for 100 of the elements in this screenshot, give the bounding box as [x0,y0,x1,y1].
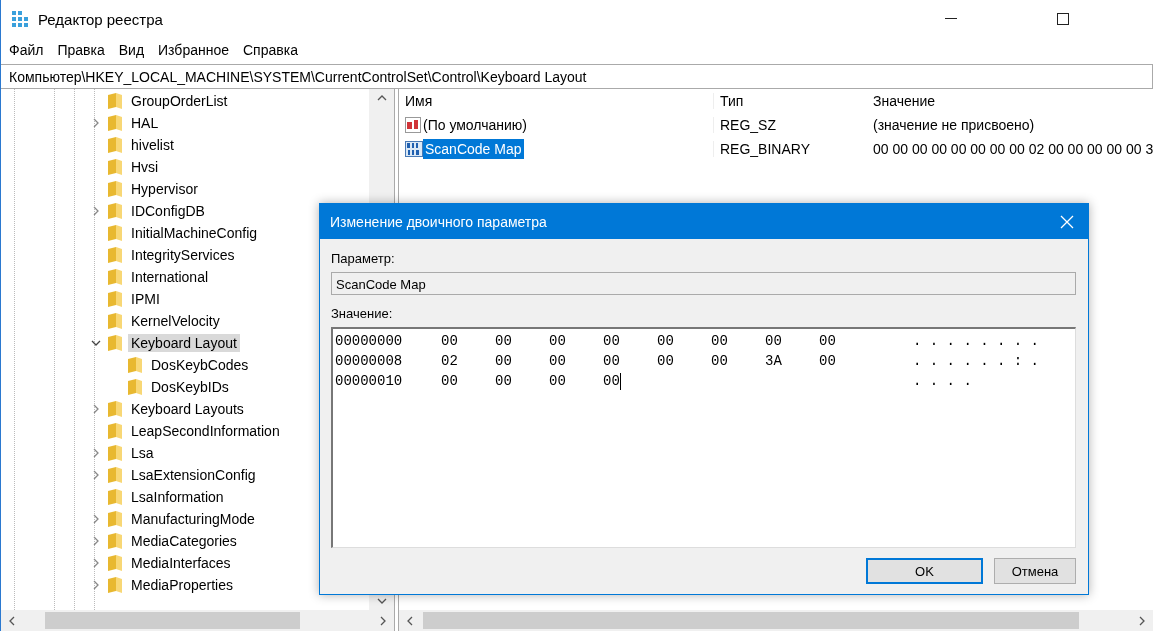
folder-icon [108,423,122,439]
folder-icon [108,225,122,241]
hex-byte: 00 [495,333,513,349]
value-type: REG_BINARY [713,141,870,157]
column-header[interactable]: Имя [405,93,713,109]
folder-icon [108,137,122,153]
folder-icon [108,93,122,109]
column-header[interactable]: Тип [713,93,870,109]
menu-item[interactable]: Вид [118,42,145,58]
tree-item[interactable]: Lsa [128,444,157,462]
minimize-icon[interactable] [945,18,957,20]
tree-item[interactable]: MediaProperties [128,576,236,594]
dialog-button[interactable]: Отмена [994,558,1076,584]
tree-item[interactable]: IDConfigDB [128,202,208,220]
hex-byte: 00 [711,353,729,369]
tree-item[interactable]: DosKeybIDs [148,378,232,396]
hex-byte: 3A [765,353,783,369]
expand-chevron-icon[interactable] [91,448,101,458]
scroll-left-icon[interactable] [407,615,413,626]
close-icon[interactable] [1060,214,1074,229]
tree-item[interactable]: Hypervisor [128,180,201,198]
folder-icon [108,181,122,197]
tree-item[interactable]: LeapSecondInformation [128,422,283,440]
address-field[interactable]: Компьютер\HKEY_LOCAL_MACHINE\SYSTEM\CurrentControlSet\Control\Keyboard Layout [1,64,1153,89]
hex-ascii: . . . . . . . . [912,333,1041,349]
hex-ascii: . . . . [912,373,973,389]
tree-item[interactable]: Keyboard Layouts [128,400,247,418]
folder-icon [108,533,122,549]
tree-item[interactable]: International [128,268,212,286]
folder-icon [108,115,122,131]
scroll-right-icon[interactable] [1139,615,1145,626]
hex-offset: 00000010 [335,373,404,389]
tree-item[interactable]: InitialMachineConfig [128,224,261,242]
menu-item[interactable]: Избранное [158,42,229,58]
expand-chevron-icon[interactable] [91,470,101,480]
hex-byte: 00 [441,333,459,349]
tree-item[interactable]: IPMI [128,290,163,308]
menu-item[interactable]: Справка [243,42,298,58]
tree-item[interactable]: GroupOrderList [128,92,231,110]
expand-chevron-icon[interactable] [91,536,101,546]
hex-byte: 00 [603,372,622,390]
hex-byte: 00 [819,333,837,349]
tree-item[interactable]: LsaInformation [128,488,227,506]
tree-item[interactable]: KernelVelocity [128,312,223,330]
hex-byte: 00 [657,333,675,349]
folder-icon [108,577,122,593]
expand-chevron-icon[interactable] [91,580,101,590]
string-value-icon [405,117,421,133]
scroll-up-icon[interactable] [376,95,387,101]
hex-byte: 00 [657,353,675,369]
dialog-title: Изменение двоичного параметра [330,213,547,230]
field-label: Параметр: [331,251,396,266]
scrollbar-thumb[interactable] [423,612,1079,629]
field-label: Значение: [331,306,394,321]
value-data: 00 00 00 00 00 00 00 00 02 00 00 00 00 00 3 [872,141,1153,157]
tree-item[interactable]: LsaExtensionConfig [128,466,259,484]
parameter-field: ScanCode Map [331,272,1076,295]
window-title: Редактор реестра [38,10,163,28]
maximize-icon[interactable] [1057,13,1069,25]
expand-chevron-icon[interactable] [91,514,101,524]
hex-editor[interactable]: 00000000 00 00 00 00 00 00 00 00 . . . . . . . . 00000008 02 00 00 00 00 00 3A 00 . . . . . . : . 00000010 00 00 00 00 . . . . [331,327,1076,548]
scroll-left-icon[interactable] [9,615,15,626]
collapse-chevron-icon[interactable] [91,338,101,348]
tree-item[interactable]: hivelist [128,136,177,154]
tree-item[interactable]: Keyboard Layout [128,334,240,352]
scroll-down-icon[interactable] [376,598,387,604]
hex-byte: 02 [441,353,459,369]
expand-chevron-icon[interactable] [91,558,101,568]
folder-icon [108,159,122,175]
expand-chevron-icon[interactable] [91,404,101,414]
tree-item[interactable]: Hvsi [128,158,162,176]
folder-icon [108,247,122,263]
expand-chevron-icon[interactable] [91,118,101,128]
tree-item[interactable]: HAL [128,114,162,132]
hex-byte: 00 [441,373,459,389]
tree-item[interactable]: DosKeybCodes [148,356,252,374]
folder-icon [108,203,122,219]
scroll-right-icon[interactable] [380,615,386,626]
tree-item[interactable]: IntegrityServices [128,246,238,264]
hex-ascii: . . . . . . : . [912,353,1041,369]
column-header[interactable]: Значение [870,93,936,109]
dialog-button[interactable]: OK [866,558,983,584]
value-name[interactable]: ScanCode Map [423,139,524,159]
folder-icon [108,467,122,483]
text-cursor [619,372,621,390]
hex-byte: 00 [495,373,513,389]
folder-icon [108,401,122,417]
folder-icon [108,489,122,505]
menu-item[interactable]: Файл [9,42,44,58]
tree-item[interactable]: MediaCategories [128,532,240,550]
expand-chevron-icon[interactable] [91,206,101,216]
value-name[interactable]: (По умолчанию) [421,115,529,135]
hex-byte: 00 [549,333,567,349]
folder-icon [108,555,122,571]
menu-item[interactable]: Правка [57,42,105,58]
scrollbar-thumb[interactable] [45,612,300,629]
tree-item[interactable]: MediaInterfaces [128,554,234,572]
tree-item[interactable]: ManufacturingMode [128,510,258,528]
folder-icon [108,335,122,351]
folder-icon [108,291,122,307]
